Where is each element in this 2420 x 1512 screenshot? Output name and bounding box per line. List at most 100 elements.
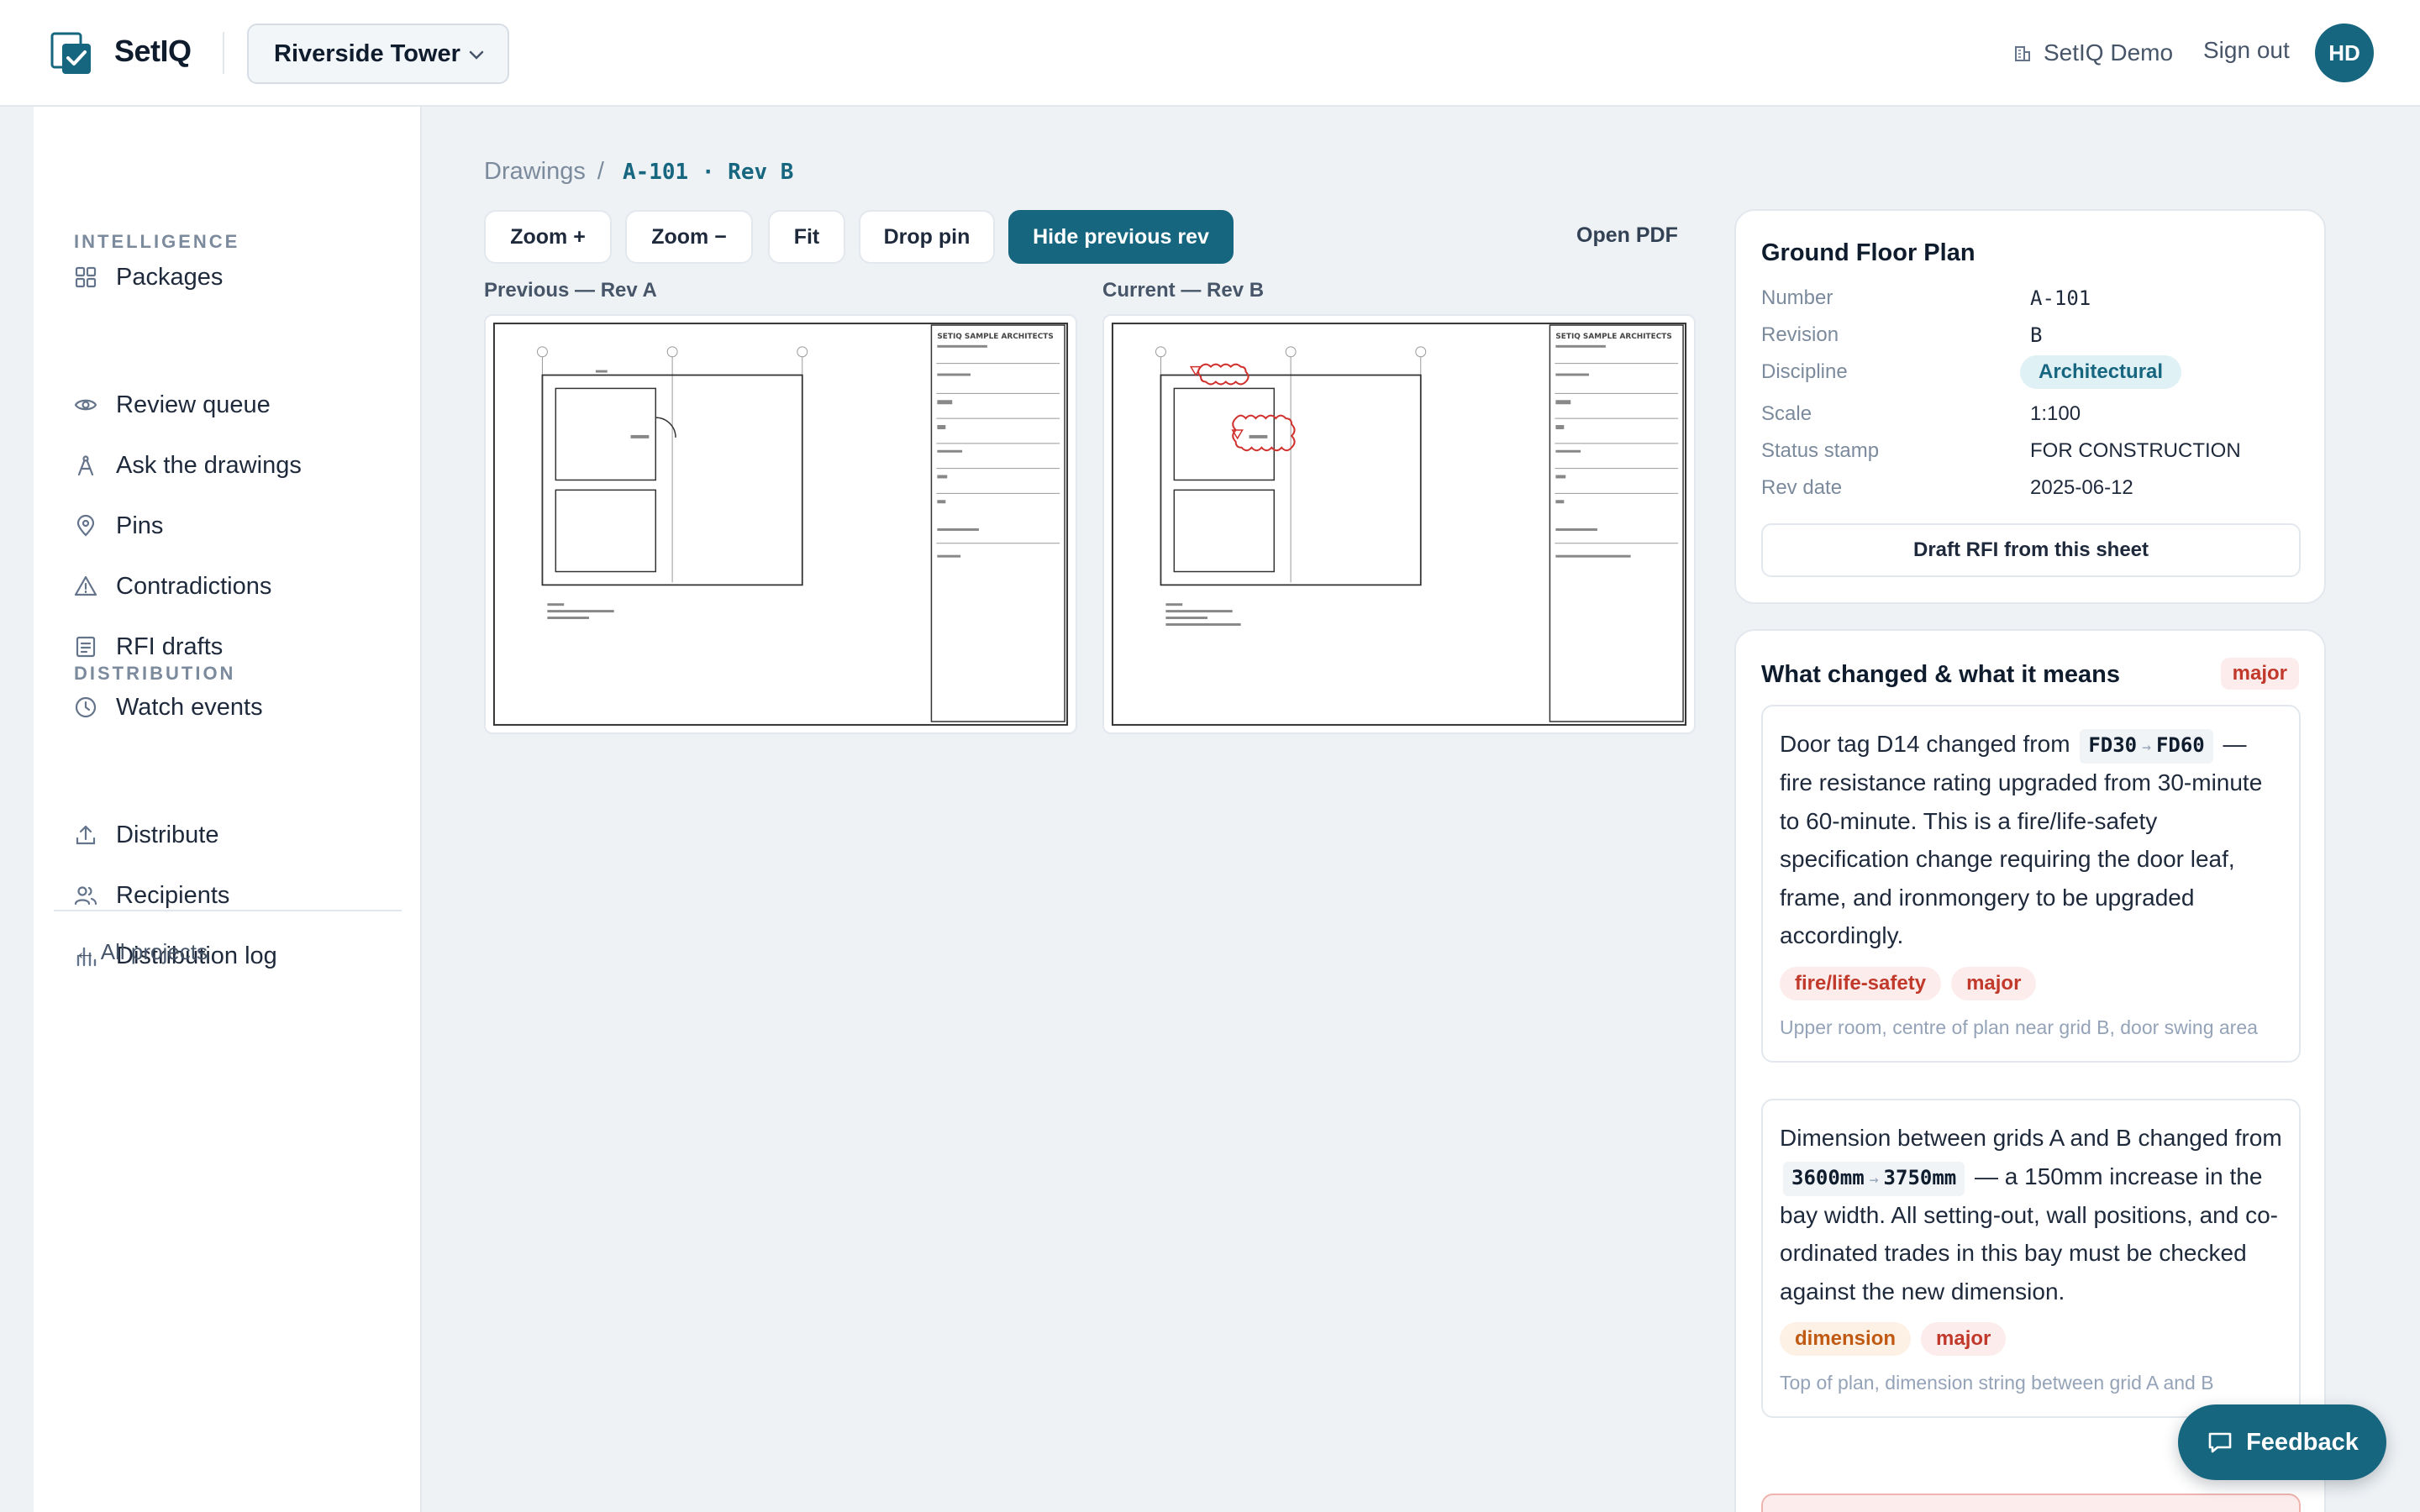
change-text: Dimension between grids A and B changed … (1780, 1125, 2282, 1151)
eye-icon (74, 393, 97, 417)
compass-icon (74, 454, 97, 477)
drawing-sheet-rev-b: SETIQ SAMPLE ARCHITECTS (1111, 323, 1687, 726)
section-label-intelligence: INTELLIGENCE (74, 231, 240, 252)
project-name: Riverside Tower (274, 39, 460, 67)
open-pdf-link[interactable]: Open PDF (1576, 223, 1678, 248)
top-header: SetIQ Riverside Tower SetIQ Demo Sign ou… (0, 0, 2420, 107)
sidebar: Packages INTELLIGENCE Review queue Ask t… (34, 107, 422, 1512)
current-rev-drawing[interactable]: SETIQ SAMPLE ARCHITECTS (1102, 314, 1696, 734)
changes-title: What changed & what it means (1761, 661, 2120, 688)
field-label: Status stamp (1761, 439, 1880, 462)
feedback-label: Feedback (2246, 1428, 2359, 1456)
user-avatar[interactable]: HD (2315, 24, 2374, 82)
breadcrumb: Drawings / A-101 · Rev B (484, 158, 793, 186)
breadcrumb-current: A-101 · Rev B (622, 159, 794, 185)
sidebar-item-label: Watch events (116, 693, 263, 721)
change-item[interactable]: Dimension between grids A and B changed … (1761, 1099, 2301, 1418)
project-selector[interactable]: Riverside Tower (247, 24, 509, 84)
sign-out-link[interactable]: Sign out (2203, 37, 2290, 64)
chat-bubble-icon (2208, 1432, 2232, 1453)
severity-badge: major (2220, 658, 2299, 690)
previous-rev-label: Previous — Rev A (484, 279, 657, 302)
sidebar-item-contradictions[interactable]: Contradictions (74, 565, 271, 607)
field-value: 2025-06-12 (2030, 476, 2133, 499)
document-icon (74, 635, 97, 659)
field-number: Number A-101 (1761, 286, 2299, 317)
drop-pin-button[interactable]: Drop pin (859, 210, 995, 264)
sidebar-item-label: Ask the drawings (116, 451, 302, 479)
field-scale: Scale 1:100 (1761, 402, 2299, 433)
current-rev-label: Current — Rev B (1102, 279, 1265, 302)
sidebar-item-review-queue[interactable]: Review queue (74, 384, 271, 426)
all-projects-link[interactable]: ← All projects (74, 939, 208, 965)
sidebar-item-packages[interactable]: Packages (74, 256, 223, 298)
change-item[interactable]: Door tag D14 changed from FD30 → FD60 — fi… (1761, 705, 2301, 1063)
sheet-title: Ground Floor Plan (1761, 239, 1975, 266)
field-label: Number (1761, 286, 1833, 309)
grid-icon (74, 265, 97, 289)
org-switcher[interactable]: SetIQ Demo (2013, 34, 2173, 72)
sidebar-item-pins[interactable]: Pins (74, 505, 163, 547)
tag-severity: major (1921, 1322, 2007, 1356)
map-pin-icon (74, 514, 97, 538)
sidebar-item-ask-drawings[interactable]: Ask the drawings (74, 444, 302, 486)
sidebar-item-label: Distribute (116, 821, 219, 848)
feedback-button[interactable]: Feedback (2178, 1404, 2386, 1480)
old-value: FD30 (2088, 733, 2138, 757)
upload-icon (74, 823, 97, 847)
tag-category: dimension (1780, 1322, 1912, 1356)
sidebar-item-rfi-drafts[interactable]: RFI drafts (74, 626, 223, 668)
chevron-down-icon (469, 50, 484, 60)
change-item-partial[interactable] (1761, 1494, 2301, 1512)
change-tags: dimension major (1780, 1322, 2282, 1356)
field-label: Scale (1761, 402, 1812, 425)
zoom-out-button[interactable]: Zoom − (625, 210, 753, 264)
previous-rev-drawing[interactable]: SETIQ SAMPLE ARCHITECTS (484, 314, 1077, 734)
zoom-in-button[interactable]: Zoom + (484, 210, 612, 264)
field-label: Discipline (1761, 360, 1848, 383)
header-divider (223, 32, 224, 74)
field-value: 1:100 (2030, 402, 2081, 425)
arrow-right-icon: → (2142, 738, 2151, 756)
fit-button[interactable]: Fit (768, 210, 845, 264)
change-description: Dimension between grids A and B changed … (1780, 1119, 2282, 1310)
sidebar-item-distribute[interactable]: Distribute (74, 814, 219, 856)
sidebar-item-label: Review queue (116, 391, 271, 418)
value-diff: FD30 → FD60 (2080, 729, 2213, 764)
sidebar-item-label: Pins (116, 512, 164, 539)
sheet-info-card: Ground Floor Plan Number A-101 Revision … (1734, 209, 2326, 604)
drawing-sheet-rev-a: SETIQ SAMPLE ARCHITECTS (492, 323, 1069, 726)
sidebar-item-label: Packages (116, 263, 224, 291)
change-location: Top of plan, dimension string between gr… (1780, 1372, 2214, 1394)
changes-card: What changed & what it means major Door … (1734, 629, 2326, 1512)
hide-previous-rev-button[interactable]: Hide previous rev (1008, 210, 1234, 264)
draft-rfi-button[interactable]: Draft RFI from this sheet (1761, 523, 2301, 577)
arrow-right-icon: → (1869, 1170, 1879, 1189)
change-location: Upper room, centre of plan near grid B, … (1780, 1016, 2258, 1038)
change-text: Door tag D14 changed from (1780, 731, 2070, 757)
sidebar-item-watch-events[interactable]: Watch events (74, 686, 263, 728)
field-value: B (2030, 323, 2043, 347)
svg-text:SETIQ SAMPLE ARCHITECTS: SETIQ SAMPLE ARCHITECTS (937, 333, 1053, 341)
field-discipline: Discipline Architectural (1761, 355, 2299, 391)
field-rev-date: Rev date 2025-06-12 (1761, 476, 2299, 507)
svg-text:SETIQ SAMPLE ARCHITECTS: SETIQ SAMPLE ARCHITECTS (1555, 333, 1671, 341)
field-revision: Revision B (1761, 323, 2299, 354)
warning-triangle-icon (74, 575, 97, 598)
clock-icon (74, 696, 97, 719)
sidebar-item-label: Contradictions (116, 572, 272, 600)
section-label-distribution: DISTRIBUTION (74, 663, 236, 684)
change-description: Door tag D14 changed from FD30 → FD60 — fi… (1780, 725, 2282, 955)
sidebar-item-label: RFI drafts (116, 633, 224, 660)
field-status-stamp: Status stamp FOR CONSTRUCTION (1761, 439, 2299, 470)
users-icon (74, 884, 97, 907)
value-diff: 3600mm → 3750mm (1783, 1161, 1965, 1196)
org-name: SetIQ Demo (2044, 39, 2174, 66)
breadcrumb-drawings[interactable]: Drawings (484, 158, 586, 186)
change-text: — fire resistance rating upgraded from 3… (1780, 731, 2263, 948)
sidebar-item-label: Recipients (116, 881, 230, 909)
new-value: 3750mm (1883, 1165, 1957, 1189)
field-label: Rev date (1761, 476, 1843, 499)
building-icon (2015, 46, 2030, 61)
sidebar-divider (54, 910, 402, 911)
